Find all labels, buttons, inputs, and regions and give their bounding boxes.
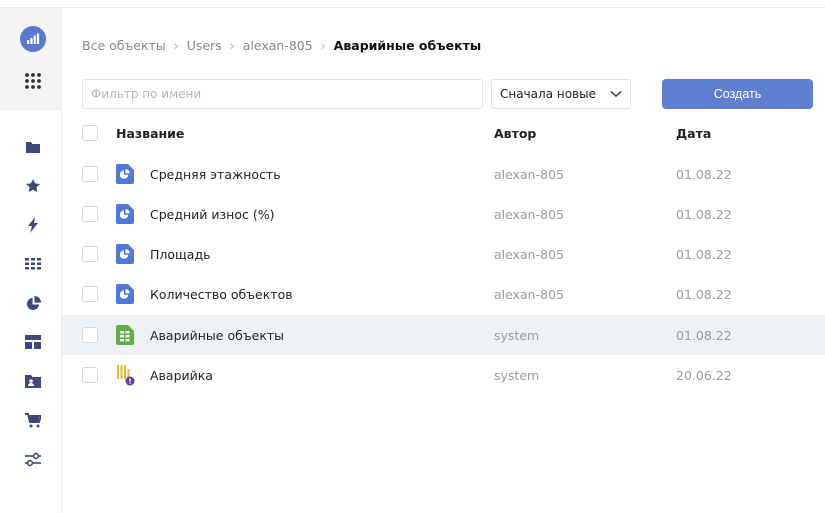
folder-icon[interactable]	[20, 134, 46, 160]
row-checkbox[interactable]	[82, 206, 98, 222]
row-date: 01.08.22	[676, 167, 732, 182]
breadcrumb-item-user-folder[interactable]: alexan-805	[243, 38, 313, 53]
row-date: 01.08.22	[676, 328, 732, 343]
table-header: Название Автор Дата	[62, 118, 825, 148]
table-row[interactable]: Площадь alexan-805 01.08.22	[62, 234, 825, 274]
column-header-name[interactable]: Название	[116, 126, 184, 141]
chart-icon	[116, 284, 134, 304]
connection-icon	[116, 365, 135, 386]
filter-input[interactable]	[82, 79, 483, 109]
column-header-date[interactable]: Дата	[676, 126, 711, 141]
row-name[interactable]: Площадь	[150, 247, 210, 262]
breadcrumb-separator: ›	[320, 38, 326, 53]
row-checkbox[interactable]	[82, 367, 98, 383]
row-checkbox[interactable]	[82, 327, 98, 343]
breadcrumb-separator: ›	[229, 38, 235, 53]
top-border	[0, 0, 825, 8]
settings-sliders-icon[interactable]	[20, 446, 46, 472]
sidebar	[0, 8, 62, 513]
table-row[interactable]: Средняя этажность alexan-805 01.08.22	[62, 154, 825, 194]
breadcrumb-current: Аварийные объекты	[333, 38, 482, 53]
table-row[interactable]: Средний износ (%) alexan-805 01.08.22	[62, 194, 825, 234]
chart-icon	[116, 204, 134, 224]
table-row[interactable]: Количество объектов alexan-805 01.08.22	[62, 274, 825, 314]
chart-icon	[116, 164, 134, 184]
chevron-down-icon	[610, 87, 622, 101]
pie-chart-icon[interactable]	[20, 290, 46, 316]
row-checkbox[interactable]	[82, 246, 98, 262]
sidebar-header	[0, 8, 62, 110]
row-author: alexan-805	[494, 167, 564, 182]
sort-select-value: Сначала новые	[500, 87, 596, 101]
row-name[interactable]: Средняя этажность	[150, 167, 281, 182]
row-date: 01.08.22	[676, 287, 732, 302]
grid-list-icon[interactable]	[20, 251, 46, 277]
main-content: Все объекты › Users › alexan-805 › Аварийные о…	[62, 8, 825, 513]
row-author: system	[494, 368, 540, 383]
row-author: alexan-805	[494, 287, 564, 302]
breadcrumb-item-users[interactable]: Users	[187, 38, 222, 53]
breadcrumb-separator: ›	[173, 38, 179, 53]
dataset-icon	[116, 325, 134, 345]
cart-icon[interactable]	[20, 407, 46, 433]
create-button[interactable]: Создать	[662, 79, 813, 109]
row-date: 01.08.22	[676, 247, 732, 262]
chart-icon	[116, 244, 134, 264]
row-checkbox[interactable]	[82, 166, 98, 182]
lightning-icon[interactable]	[20, 212, 46, 238]
row-author: alexan-805	[494, 207, 564, 222]
row-checkbox[interactable]	[82, 286, 98, 302]
row-author: system	[494, 328, 540, 343]
datalens-logo-icon[interactable]	[20, 26, 46, 52]
dashboard-icon[interactable]	[20, 329, 46, 355]
row-name[interactable]: Аварийка	[150, 368, 213, 383]
row-name[interactable]: Средний износ (%)	[150, 207, 274, 222]
row-date: 20.06.22	[676, 368, 732, 383]
row-author: alexan-805	[494, 247, 564, 262]
sort-select[interactable]: Сначала новые	[491, 79, 631, 109]
table-row[interactable]: Аварийка system 20.06.22	[62, 355, 825, 395]
breadcrumb-item-all-objects[interactable]: Все объекты	[82, 38, 166, 53]
breadcrumb: Все объекты › Users › alexan-805 › Аварийные о…	[82, 38, 481, 53]
folder-person-icon[interactable]	[20, 368, 46, 394]
row-name[interactable]: Количество объектов	[150, 287, 293, 302]
row-name[interactable]: Аварийные объекты	[150, 328, 284, 343]
column-header-author[interactable]: Автор	[494, 126, 536, 141]
row-date: 01.08.22	[676, 207, 732, 222]
apps-grid-icon[interactable]	[23, 71, 43, 91]
star-icon[interactable]	[20, 173, 46, 199]
select-all-checkbox[interactable]	[82, 125, 98, 141]
table-row-selected[interactable]: Аварийные объекты system 01.08.22	[62, 315, 825, 355]
